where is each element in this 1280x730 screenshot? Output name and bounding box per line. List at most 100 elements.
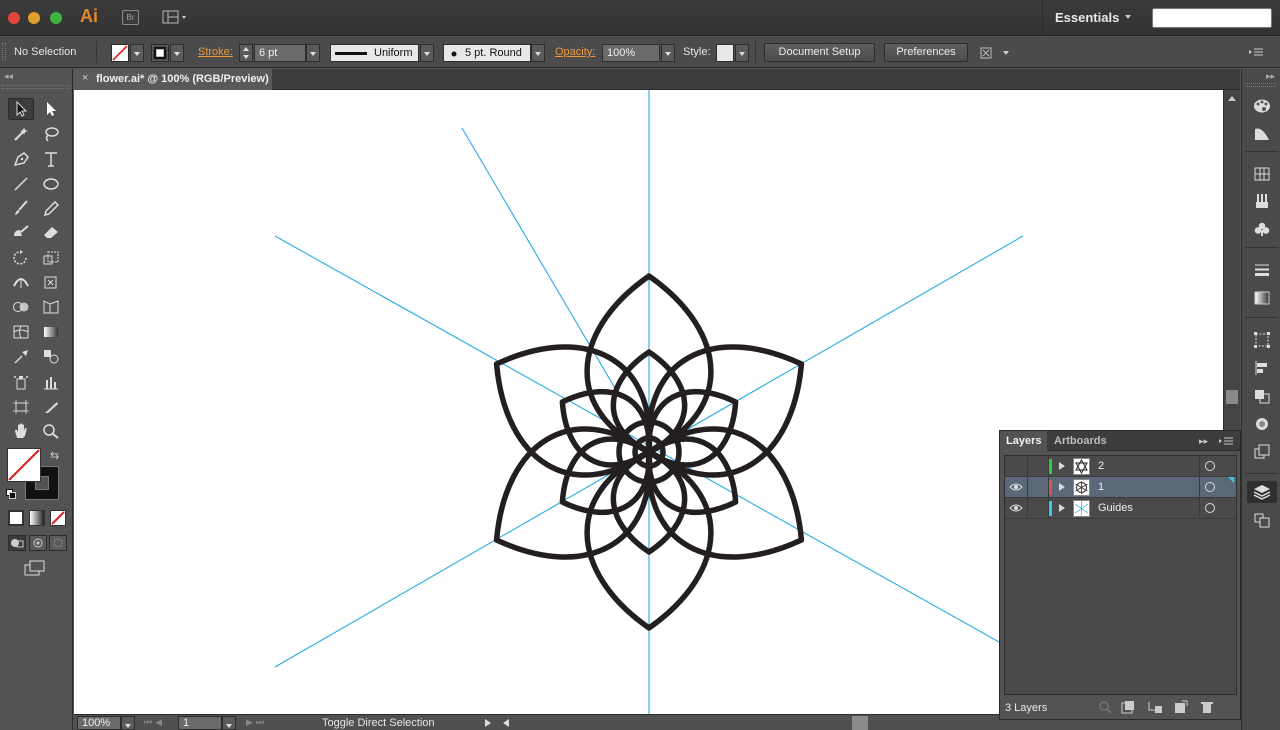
gradient-tool[interactable] xyxy=(38,321,64,343)
color-mode-button[interactable] xyxy=(8,510,24,526)
eraser-tool[interactable] xyxy=(38,221,64,243)
stroke-color-swatch[interactable] xyxy=(151,44,169,62)
direct-selection-tool[interactable] xyxy=(38,98,64,120)
color-guide-panel-button[interactable] xyxy=(1247,122,1277,144)
layer-row[interactable]: Guides xyxy=(1005,498,1236,519)
fill-swatch-front[interactable] xyxy=(7,448,41,482)
variable-width-profile-select[interactable]: Uniform xyxy=(330,44,419,62)
brushes-panel-button[interactable] xyxy=(1247,190,1277,212)
expand-layer-icon[interactable] xyxy=(1059,483,1065,491)
expand-layer-icon[interactable] xyxy=(1059,462,1065,470)
selection-tool[interactable] xyxy=(8,98,34,120)
opacity-panel-link[interactable]: Opacity: xyxy=(555,46,595,58)
expand-panels-icon[interactable]: ▸▸ xyxy=(1266,71,1275,82)
artboard-tool[interactable] xyxy=(8,396,34,418)
next-last-artboard-buttons[interactable]: ▶⏭ xyxy=(246,717,267,728)
zoom-level-field[interactable]: 100% xyxy=(77,716,121,730)
preferences-button[interactable]: Preferences xyxy=(884,43,968,62)
isolation-mode-menu[interactable] xyxy=(978,44,1012,62)
blob-brush-tool[interactable] xyxy=(8,221,34,243)
expand-layer-icon[interactable] xyxy=(1059,504,1065,512)
scroll-left-icon[interactable] xyxy=(502,718,510,728)
document-setup-button[interactable]: Document Setup xyxy=(764,43,875,62)
control-panel-menu-button[interactable] xyxy=(1248,46,1264,58)
pathfinder-panel-button[interactable] xyxy=(1247,385,1277,407)
delete-layer-icon[interactable] xyxy=(1200,700,1214,714)
target-circle-icon[interactable] xyxy=(1205,461,1215,471)
maximize-window-button[interactable] xyxy=(50,12,62,24)
fill-color-dropdown[interactable] xyxy=(130,44,144,62)
control-bar-grip[interactable] xyxy=(2,43,6,61)
change-screen-mode-button[interactable] xyxy=(24,560,46,576)
gradient-mode-button[interactable] xyxy=(29,510,45,526)
first-previous-artboard-buttons[interactable]: ⏮◀ xyxy=(144,717,165,728)
gradient-panel-button[interactable] xyxy=(1247,287,1277,309)
default-fill-stroke-icon[interactable] xyxy=(6,489,16,499)
shape-builder-tool[interactable] xyxy=(8,296,34,318)
layer-name[interactable]: 2 xyxy=(1098,460,1104,472)
mesh-tool[interactable] xyxy=(8,321,34,343)
layer-name[interactable]: 1 xyxy=(1098,481,1104,493)
opacity-field[interactable]: 100% xyxy=(602,44,660,62)
artboard-number-dropdown[interactable] xyxy=(222,716,236,730)
draw-inside-button[interactable] xyxy=(49,535,67,551)
ellipse-tool[interactable] xyxy=(38,173,64,195)
slice-tool[interactable] xyxy=(38,396,64,418)
status-menu-icon[interactable] xyxy=(484,718,492,728)
perspective-grid-tool[interactable] xyxy=(38,296,64,318)
lock-toggle[interactable] xyxy=(1027,477,1049,497)
swap-fill-stroke-icon[interactable]: ⇆ xyxy=(50,449,59,462)
visibility-toggle[interactable] xyxy=(1009,501,1023,515)
hand-tool[interactable] xyxy=(8,420,34,442)
artboard-number-field[interactable]: 1 xyxy=(178,716,222,730)
swatches-panel-button[interactable] xyxy=(1247,163,1277,185)
tab-layers[interactable]: Layers xyxy=(1000,431,1048,451)
collapse-panel-icon[interactable]: ▸▸ xyxy=(1199,436,1208,447)
create-new-layer-icon[interactable] xyxy=(1174,700,1188,714)
color-panel-button[interactable] xyxy=(1247,95,1277,117)
line-segment-tool[interactable] xyxy=(8,173,34,195)
minimize-window-button[interactable] xyxy=(28,12,40,24)
create-sublayer-icon[interactable] xyxy=(1147,700,1163,714)
layers-panel-button[interactable] xyxy=(1247,481,1277,503)
fill-color-swatch[interactable] xyxy=(111,44,129,62)
close-tab-button[interactable]: × xyxy=(82,72,88,84)
dock-grip[interactable] xyxy=(1246,83,1276,87)
lock-toggle[interactable] xyxy=(1027,456,1049,476)
type-tool[interactable] xyxy=(38,148,64,170)
graphic-styles-panel-button[interactable] xyxy=(1247,441,1277,463)
document-tab[interactable]: × flower.ai* @ 100% (RGB/Preview) xyxy=(74,69,272,90)
collapse-tools-icon[interactable]: ◂◂ xyxy=(4,71,13,82)
horizontal-scroll-thumb[interactable] xyxy=(852,716,868,730)
stroke-color-dropdown[interactable] xyxy=(170,44,184,62)
brush-definition-select[interactable]: 5 pt. Round xyxy=(443,44,531,62)
rotate-tool[interactable] xyxy=(8,247,34,269)
workspace-switcher[interactable]: Essentials xyxy=(1042,0,1142,36)
locate-object-icon[interactable] xyxy=(1098,700,1112,714)
eyedropper-tool[interactable] xyxy=(8,345,34,367)
target-circle-icon[interactable] xyxy=(1205,482,1215,492)
target-circle-icon[interactable] xyxy=(1205,503,1215,513)
layer-row[interactable]: 1 xyxy=(1005,477,1236,498)
stroke-panel-link[interactable]: Stroke: xyxy=(198,46,233,58)
stroke-panel-button[interactable] xyxy=(1247,259,1277,281)
layer-name[interactable]: Guides xyxy=(1098,502,1133,514)
brush-definition-dropdown[interactable] xyxy=(531,44,545,62)
panel-menu-icon[interactable] xyxy=(1218,436,1234,446)
close-window-button[interactable] xyxy=(8,12,20,24)
column-graph-tool[interactable] xyxy=(38,371,64,393)
variable-width-profile-dropdown[interactable] xyxy=(420,44,434,62)
lasso-tool[interactable] xyxy=(38,123,64,145)
make-clipping-mask-icon[interactable] xyxy=(1121,700,1135,714)
symbol-sprayer-tool[interactable] xyxy=(8,371,34,393)
transform-panel-button[interactable] xyxy=(1247,329,1277,351)
none-mode-button[interactable] xyxy=(50,510,66,526)
arrange-documents-button[interactable] xyxy=(162,10,188,25)
zoom-level-dropdown[interactable] xyxy=(121,716,135,730)
free-transform-tool[interactable] xyxy=(38,271,64,293)
go-to-bridge-button[interactable]: Br xyxy=(122,10,139,25)
scale-tool[interactable] xyxy=(38,247,64,269)
symbols-panel-button[interactable] xyxy=(1247,218,1277,240)
tools-panel-grip[interactable] xyxy=(2,85,70,89)
visibility-toggle[interactable] xyxy=(1009,480,1023,494)
